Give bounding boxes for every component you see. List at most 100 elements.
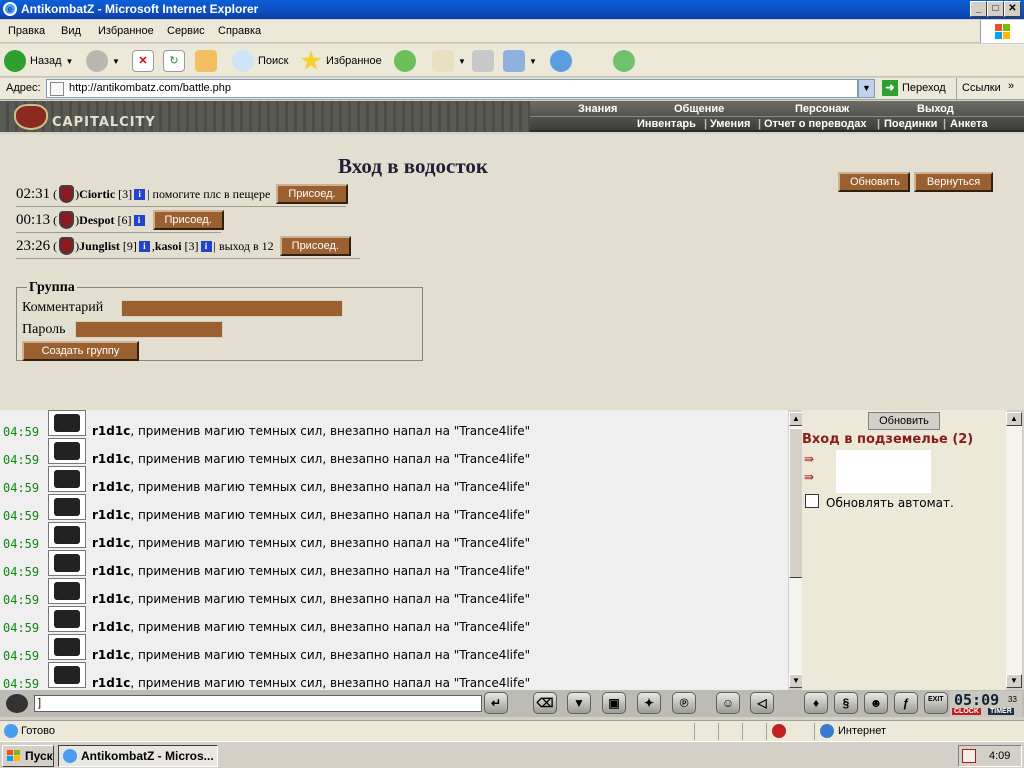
panel-scrollbar[interactable]: ▲ ▼ (1006, 412, 1022, 688)
sound-icon[interactable]: ◁ (750, 692, 774, 714)
nav-knowledge[interactable]: Знания (578, 103, 617, 115)
return-button[interactable]: Вернуться (914, 172, 993, 192)
close-button[interactable]: ✕ (1004, 1, 1021, 17)
scroll-down-icon[interactable]: ▼ (789, 674, 803, 688)
print-button[interactable] (472, 48, 494, 74)
chat-player-name[interactable]: r1d1c (92, 592, 130, 606)
subnav-profile[interactable]: Анкета (950, 118, 988, 130)
timer-label[interactable]: TIMER (988, 708, 1014, 715)
player-name[interactable]: Junglist (79, 239, 120, 254)
popup-blocked-icon[interactable] (772, 724, 786, 738)
info-icon[interactable]: i (138, 240, 150, 252)
maximize-button[interactable]: □ (987, 1, 1004, 17)
chat-player-name[interactable]: r1d1c (92, 536, 130, 550)
menu-item-tools[interactable]: Сервис (167, 25, 205, 37)
fighter-icon[interactable]: ✦ (637, 692, 661, 714)
nav-social[interactable]: Общение (674, 103, 724, 115)
subnav-battles[interactable]: Поединки (884, 118, 937, 130)
tray-app-icon[interactable] (962, 749, 976, 763)
chat-player-name[interactable]: r1d1c (92, 648, 130, 662)
menu-item-favorites[interactable]: Избранное (98, 25, 154, 37)
scroll-icon[interactable]: § (834, 692, 858, 714)
go-button[interactable]: ➜ Переход (882, 80, 946, 96)
join-button[interactable]: Присоед. (152, 210, 224, 230)
dark-magic-icon[interactable] (48, 634, 86, 660)
taskbar-item-ie[interactable]: AntikombatZ - Micros... (58, 745, 218, 767)
create-group-button[interactable]: Создать группу (22, 341, 139, 361)
panel-refresh-button[interactable]: Обновить (868, 412, 940, 430)
address-dropdown-button[interactable]: ▼ (858, 79, 875, 98)
script-f-icon[interactable]: ƒ (894, 692, 918, 714)
dark-magic-icon[interactable] (48, 606, 86, 632)
chat-player-name[interactable]: r1d1c (92, 620, 130, 634)
chat-input[interactable]: ] (34, 695, 482, 712)
chat-player-name[interactable]: r1d1c (92, 424, 130, 438)
password-input[interactable] (75, 321, 223, 338)
refresh-button[interactable]: ↻ (163, 48, 185, 74)
info-icon[interactable]: i (134, 188, 146, 200)
info-icon[interactable]: i (200, 240, 212, 252)
bag-icon[interactable]: ♦ (804, 692, 828, 714)
save-icon[interactable]: ▣ (602, 692, 626, 714)
menu-item-help[interactable]: Справка (218, 25, 261, 37)
dark-magic-icon[interactable] (48, 466, 86, 492)
scroll-down-icon[interactable]: ▼ (1006, 674, 1022, 688)
info-icon[interactable]: i (133, 214, 145, 226)
start-button[interactable]: Пуск (2, 745, 54, 767)
chat-player-name[interactable]: r1d1c (92, 508, 130, 522)
chat-player-name[interactable]: r1d1c (92, 480, 130, 494)
messenger-button[interactable] (550, 48, 572, 74)
chat-player-name[interactable]: r1d1c (92, 564, 130, 578)
back-button[interactable]: Назад ▼ (4, 48, 73, 74)
chat-speaker-icon[interactable] (6, 694, 28, 713)
dark-magic-icon[interactable] (48, 578, 86, 604)
tray-clock[interactable]: 4:09 (989, 750, 1010, 762)
mask-icon[interactable]: ☻ (864, 692, 888, 714)
subnav-skills[interactable]: Умения (710, 118, 750, 130)
dark-magic-icon[interactable] (48, 550, 86, 576)
menu-item-view[interactable]: Вид (61, 25, 81, 37)
msn-button[interactable] (613, 48, 635, 74)
links-button[interactable]: Ссылки (962, 82, 1001, 94)
dark-magic-icon[interactable] (48, 438, 86, 464)
subnav-transfer-report[interactable]: Отчет о переводах (764, 118, 867, 130)
dark-magic-icon[interactable] (48, 662, 86, 688)
join-button[interactable]: Присоед. (276, 184, 348, 204)
clock-label[interactable]: CLOCK (952, 708, 981, 715)
subnav-inventory[interactable]: Инвентарь (637, 118, 696, 130)
eraser-icon[interactable]: ⌫ (533, 692, 557, 714)
edit-button[interactable]: ▼ (503, 48, 537, 74)
forward-button[interactable]: ▼ (86, 48, 120, 74)
send-icon[interactable]: ↵ (484, 692, 508, 714)
favorites-button[interactable]: Избранное (300, 48, 382, 74)
minimize-button[interactable]: _ (970, 1, 987, 17)
player-name[interactable]: Despot (79, 213, 114, 228)
nav-exit[interactable]: Выход (917, 103, 954, 115)
arrow-icon[interactable]: ⇛ (804, 470, 824, 484)
filter-icon[interactable]: ▼ (567, 692, 591, 714)
chat-scrollbar[interactable]: ▲ ▼ (788, 412, 803, 688)
comment-input[interactable] (121, 300, 343, 317)
window-title-bar[interactable]: e AntikombatZ - Microsoft Internet Explo… (0, 0, 1024, 19)
dark-magic-icon[interactable] (48, 410, 86, 436)
player-name[interactable]: Ciortic (79, 187, 115, 202)
mail-button[interactable]: ▼ (432, 48, 466, 74)
search-button[interactable]: Поиск (232, 48, 288, 74)
join-button[interactable]: Присоед. (279, 236, 351, 256)
chat-player-name[interactable]: r1d1c (92, 452, 130, 466)
address-input[interactable]: http://antikombatz.com/battle.php (46, 79, 858, 98)
dark-magic-icon[interactable] (48, 494, 86, 520)
arrow-icon[interactable]: ⇛ (804, 452, 824, 466)
pl-icon[interactable]: ℗ (672, 692, 696, 714)
history-button[interactable] (394, 48, 416, 74)
scroll-up-icon[interactable]: ▲ (789, 412, 803, 426)
nav-character[interactable]: Персонаж (795, 103, 849, 115)
exit-icon[interactable]: EXIT (924, 692, 948, 714)
dark-magic-icon[interactable] (48, 522, 86, 548)
smiley-icon[interactable]: ☺ (716, 692, 740, 714)
auto-refresh-checkbox[interactable] (805, 494, 819, 508)
refresh-button[interactable]: Обновить (838, 172, 910, 192)
player-name[interactable]: kasoi (155, 239, 182, 254)
chat-player-name[interactable]: r1d1c (92, 676, 130, 690)
menu-item-edit[interactable]: Правка (8, 25, 45, 37)
